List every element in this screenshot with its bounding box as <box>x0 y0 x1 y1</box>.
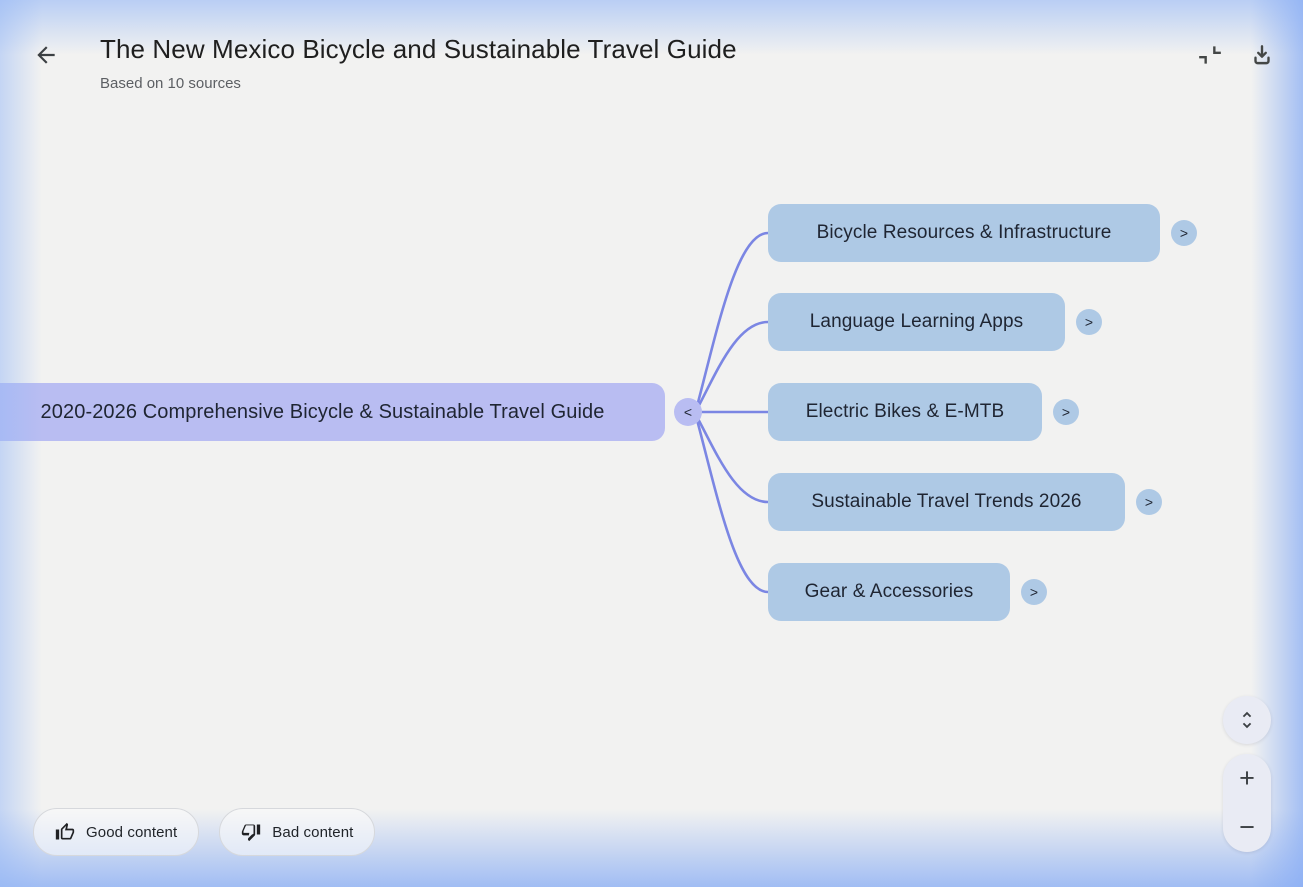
root-collapse-button[interactable]: < <box>674 398 702 426</box>
connector-canvas <box>0 0 1303 887</box>
unfold-more-icon <box>1236 709 1258 731</box>
root-node-row: 2020-2026 Comprehensive Bicycle & Sustai… <box>0 383 702 441</box>
thumbs-down-icon <box>241 822 261 842</box>
header-actions <box>1196 41 1276 69</box>
feedback-bar: Good content Bad content <box>33 808 375 856</box>
bad-content-button[interactable]: Bad content <box>219 808 375 856</box>
connector-curve <box>696 233 768 410</box>
thumbs-up-icon <box>55 822 75 842</box>
child-node-row: Language Learning Apps > <box>768 293 1102 351</box>
title-block: The New Mexico Bicycle and Sustainable T… <box>100 33 737 92</box>
expand-button[interactable]: > <box>1136 489 1162 515</box>
expand-button[interactable]: > <box>1171 220 1197 246</box>
child-node-row: Bicycle Resources & Infrastructure > <box>768 204 1197 262</box>
expand-button[interactable]: > <box>1053 399 1079 425</box>
connector-curve <box>696 416 768 592</box>
root-node[interactable]: 2020-2026 Comprehensive Bicycle & Sustai… <box>0 383 665 441</box>
child-node-gear-accessories[interactable]: Gear & Accessories <box>768 563 1010 621</box>
zoom-controls: + − <box>1223 754 1271 852</box>
child-node-row: Electric Bikes & E-MTB > <box>768 383 1079 441</box>
arrow-back-icon <box>33 42 59 68</box>
expand-button[interactable]: > <box>1076 309 1102 335</box>
child-node-row: Sustainable Travel Trends 2026 > <box>768 473 1162 531</box>
page-title: The New Mexico Bicycle and Sustainable T… <box>100 33 737 65</box>
zoom-in-button[interactable]: + <box>1223 754 1271 803</box>
download-button[interactable] <box>1248 41 1276 69</box>
bad-content-label: Bad content <box>272 824 353 841</box>
collapse-content-button[interactable] <box>1196 41 1224 69</box>
good-content-label: Good content <box>86 824 177 841</box>
expand-button[interactable]: > <box>1021 579 1047 605</box>
download-icon <box>1249 42 1275 68</box>
unfold-nodes-button[interactable] <box>1223 696 1271 744</box>
back-button[interactable] <box>30 39 62 71</box>
child-node-electric-bikes[interactable]: Electric Bikes & E-MTB <box>768 383 1042 441</box>
child-node-sustainable-trends[interactable]: Sustainable Travel Trends 2026 <box>768 473 1125 531</box>
good-content-button[interactable]: Good content <box>33 808 199 856</box>
child-node-row: Gear & Accessories > <box>768 563 1047 621</box>
collapse-content-icon <box>1197 42 1223 68</box>
child-node-language-apps[interactable]: Language Learning Apps <box>768 293 1065 351</box>
child-node-bicycle-resources[interactable]: Bicycle Resources & Infrastructure <box>768 204 1160 262</box>
zoom-out-button[interactable]: − <box>1223 803 1271 852</box>
page-subtitle: Based on 10 sources <box>100 75 737 92</box>
